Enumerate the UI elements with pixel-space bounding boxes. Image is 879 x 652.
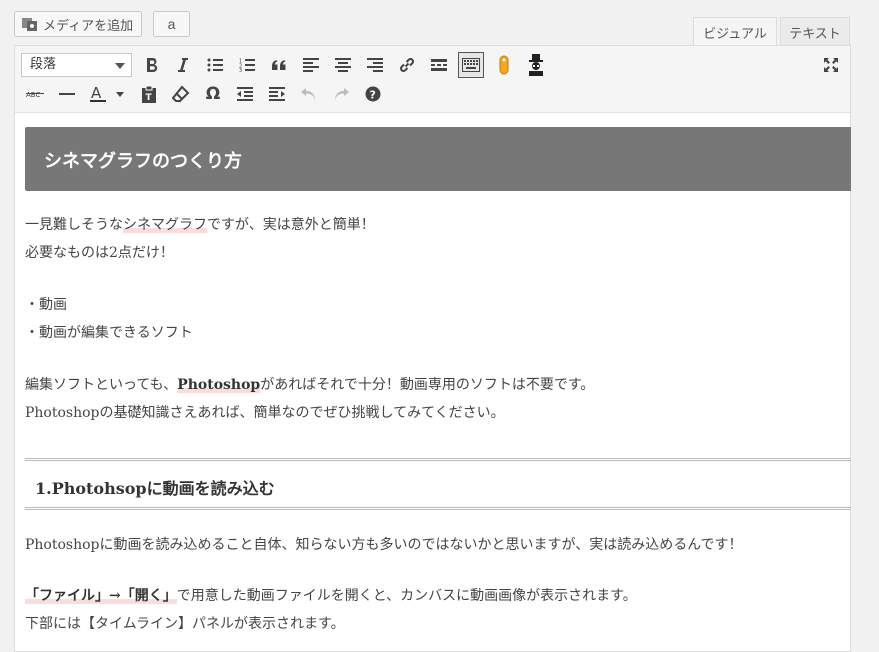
fullscreen-icon: [824, 58, 838, 72]
fullscreen-button[interactable]: [818, 52, 844, 78]
highlight-file-open: 「ファイル」→「開く」: [25, 588, 177, 604]
text-color-button[interactable]: A: [86, 81, 128, 107]
paragraph-5: Photoshopに動画を読み込めること自体、知らない方も多いのではないかと思い…: [25, 537, 743, 553]
indent-button[interactable]: [264, 81, 290, 107]
redo-icon: [335, 88, 349, 101]
bold-icon: [147, 58, 158, 72]
heading-load-video: 1.Photohsopに動画を読み込む: [25, 458, 857, 510]
align-left-icon: [303, 58, 319, 72]
read-more-icon: [431, 59, 447, 71]
outdent-icon: [237, 87, 253, 101]
bullet-list-icon: [207, 58, 223, 72]
align-left-button[interactable]: [298, 52, 324, 78]
paragraph-2: 必要なものは2点だけ！: [25, 245, 174, 261]
align-right-icon: [367, 58, 383, 72]
undo-icon: [301, 88, 315, 101]
paragraph-3-pre: 編集ソフトといっても、: [25, 377, 178, 393]
numbered-list-icon: 123: [239, 59, 255, 72]
heading-cinemagraph-text: シネマグラフのつくり方: [44, 151, 242, 172]
chevron-down-icon: [115, 63, 125, 69]
toolbar-toggle-button[interactable]: [458, 52, 484, 78]
svg-text:A: A: [91, 84, 102, 102]
omega-icon: Ω: [205, 84, 221, 104]
numbered-list-button[interactable]: 123: [234, 52, 260, 78]
italic-button[interactable]: [170, 52, 196, 78]
insert-link-button[interactable]: [394, 52, 420, 78]
special-character-button[interactable]: Ω: [200, 81, 226, 107]
horizontal-line-button[interactable]: [54, 81, 80, 107]
svg-text:3: 3: [239, 68, 242, 72]
editor-top-bar: メディアを追加 a ビジュアル テキスト: [0, 0, 879, 46]
plugin-button-1[interactable]: [491, 52, 517, 78]
hat-man-icon: [529, 54, 543, 76]
help-button[interactable]: ?: [360, 81, 386, 107]
editor-frame: 段落 123 ABC A T Ω ? シネマグラフのつくり方 一見難しそうなシネ…: [14, 45, 857, 652]
paragraph-6-post: で用意した動画ファイルを開くと、カンバスに動画画像が表示されます。: [176, 588, 637, 604]
paragraph-3-post: があればそれで十分！動画専用のソフトは不要です。: [260, 377, 595, 393]
clipboard-icon: T: [142, 85, 156, 103]
paragraph-3: 編集ソフトといっても、Photoshopがあればそれで十分！動画専用のソフトは不…: [25, 374, 594, 394]
svg-text:T: T: [146, 93, 153, 103]
svg-text:ABC: ABC: [26, 91, 40, 99]
paragraph-4: Photoshopの基礎知識さえあれば、簡単なのでぜひ挑戦してみてください。: [25, 405, 505, 421]
paragraph-1: 一見難しそうなシネマグラフですが、実は意外と簡単！: [25, 214, 375, 234]
tab-visual-label: ビジュアル: [703, 26, 767, 42]
gold-badge-icon: [499, 55, 509, 75]
align-right-button[interactable]: [362, 52, 388, 78]
page-scroll-gutter: [851, 0, 879, 652]
paste-as-text-button[interactable]: T: [136, 81, 162, 107]
strikethrough-button[interactable]: ABC: [22, 81, 48, 107]
keyboard-icon: [462, 58, 480, 72]
bold-button[interactable]: [139, 52, 165, 78]
format-select-value: 段落: [30, 57, 57, 72]
amazon-button[interactable]: a: [153, 11, 190, 37]
horizontal-line-icon: [59, 93, 75, 95]
svg-text:?: ?: [370, 89, 376, 102]
read-more-button[interactable]: [426, 52, 452, 78]
undo-button[interactable]: [296, 81, 322, 107]
editor-toolbar: 段落 123 ABC A T Ω ?: [15, 46, 850, 113]
align-center-button[interactable]: [330, 52, 356, 78]
amazon-icon: a: [167, 16, 176, 32]
tab-text-label: テキスト: [789, 26, 841, 42]
add-media-button[interactable]: メディアを追加: [14, 11, 143, 37]
format-select[interactable]: 段落: [21, 53, 132, 77]
paragraph-1-pre: 一見難しそうな: [25, 217, 123, 233]
eraser-icon: [172, 85, 190, 102]
strikethrough-icon: ABC: [26, 91, 44, 99]
italic-icon: [178, 58, 188, 72]
bullet-list-button[interactable]: [202, 52, 228, 78]
plugin-button-2[interactable]: [523, 52, 549, 78]
add-media-label: メディアを追加: [43, 18, 134, 34]
list-item: ・動画: [25, 297, 67, 313]
link-icon: [400, 58, 414, 72]
heading-cinemagraph: シネマグラフのつくり方: [25, 127, 857, 191]
bold-photoshop: Photoshop: [177, 377, 261, 393]
paragraph-7: 下部には【タイムライン】パネルが表示されます。: [25, 616, 345, 632]
text-color-icon: A: [90, 84, 124, 102]
tab-visual[interactable]: ビジュアル: [693, 17, 777, 46]
heading-load-video-text: 1.Photohsopに動画を読み込む: [35, 479, 275, 498]
media-icon: [22, 18, 37, 31]
list-item: ・動画が編集できるソフト: [25, 325, 193, 341]
indent-icon: [269, 87, 285, 101]
outdent-button[interactable]: [232, 81, 258, 107]
blockquote-button[interactable]: [266, 52, 292, 78]
paragraph-6: 「ファイル」→「開く」で用意した動画ファイルを開くと、カンバスに動画画像が表示さ…: [25, 585, 637, 605]
help-icon: ?: [365, 86, 381, 102]
align-center-icon: [335, 58, 351, 72]
redo-button[interactable]: [328, 81, 354, 107]
highlight-cinemagraph: シネマグラフ: [123, 217, 207, 233]
tab-text[interactable]: テキスト: [780, 17, 850, 46]
quote-icon: [272, 60, 286, 70]
clear-formatting-button[interactable]: [168, 81, 194, 107]
paragraph-1-post: ですが、実は意外と簡単！: [207, 217, 375, 233]
